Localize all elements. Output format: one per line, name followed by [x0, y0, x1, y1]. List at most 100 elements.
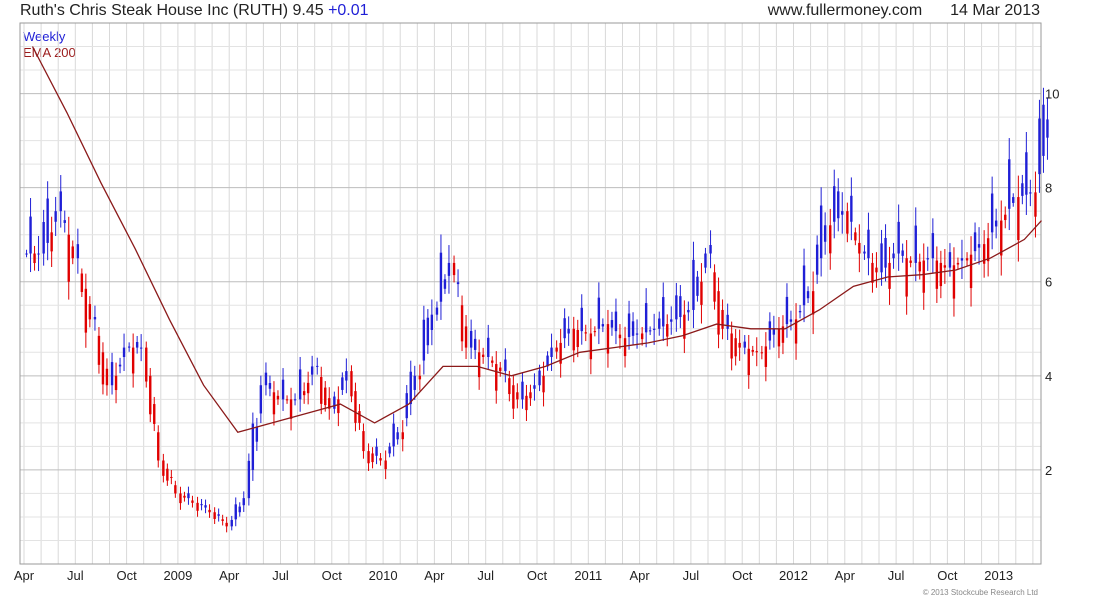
candle-body	[93, 316, 97, 320]
candle-body	[542, 375, 545, 393]
candle-body	[713, 272, 716, 302]
candle-body	[627, 313, 631, 338]
candle-body	[499, 367, 502, 372]
candle-body	[268, 383, 272, 389]
candle-body	[692, 259, 695, 310]
candle-body	[589, 333, 593, 360]
candle-body	[371, 453, 374, 463]
grid	[20, 23, 1041, 564]
candle-body	[538, 370, 541, 386]
candle-body	[443, 279, 447, 289]
candle-body	[760, 352, 764, 354]
candle-body	[384, 460, 387, 470]
candle-body	[550, 347, 553, 358]
candle-body	[687, 309, 690, 313]
candle-body	[477, 352, 481, 378]
candle-body	[892, 253, 895, 259]
candle-body	[717, 291, 720, 335]
x-tick-label: Jul	[67, 568, 84, 583]
candle-body	[512, 385, 515, 409]
candle-body	[191, 500, 194, 503]
candle-body	[755, 351, 758, 353]
candle-body	[101, 352, 105, 385]
candle-body	[413, 375, 416, 390]
candle-body	[811, 291, 815, 315]
candle-body	[798, 310, 802, 313]
candle-body	[63, 220, 66, 223]
candle-body	[943, 265, 947, 268]
candle-body	[601, 324, 605, 327]
candle-body	[221, 519, 224, 521]
candle-body	[823, 225, 827, 242]
candle-body	[388, 446, 391, 454]
candle-body	[623, 338, 627, 357]
candle-body	[563, 318, 566, 339]
candle-body	[276, 395, 280, 400]
candle-body	[46, 198, 49, 243]
candle-body	[114, 375, 118, 391]
candle-body	[704, 253, 707, 268]
candle-body	[662, 297, 665, 327]
candle-body	[858, 242, 861, 254]
candle-body	[806, 291, 810, 299]
candle-body	[939, 262, 943, 287]
candle-body	[922, 260, 925, 293]
candle-body	[302, 391, 306, 396]
candle-body	[1025, 152, 1028, 195]
x-tick-label: Oct	[732, 568, 753, 583]
candle-body	[306, 382, 310, 394]
candle-body	[293, 399, 297, 401]
candle-body	[905, 258, 908, 297]
candle-body	[183, 495, 186, 498]
candle-body	[76, 244, 80, 259]
candle-body	[118, 364, 122, 367]
candle-body	[614, 311, 618, 332]
x-tick-label: Jul	[683, 568, 700, 583]
candle-body	[631, 321, 635, 336]
candle-body	[213, 512, 216, 519]
candle-body	[255, 427, 259, 442]
candle-body	[914, 225, 917, 263]
candle-body	[897, 221, 900, 254]
candle-body	[833, 186, 836, 222]
candle-body	[242, 498, 245, 506]
candle-body	[110, 362, 114, 386]
candle-body	[884, 237, 887, 268]
candle-body	[726, 314, 729, 329]
x-tick-label: 2010	[369, 568, 398, 583]
candle-body	[529, 392, 532, 399]
candle-body	[354, 391, 357, 423]
candle-body	[71, 246, 74, 259]
candle-body	[409, 371, 412, 405]
candle-body	[170, 476, 173, 478]
candle-body	[841, 211, 844, 215]
x-tick-label: Apr	[835, 568, 856, 583]
candle-body	[88, 304, 92, 320]
candle-body	[935, 260, 939, 289]
candle-body	[350, 371, 353, 397]
candle-body	[259, 385, 263, 414]
candle-body	[157, 432, 160, 461]
x-tick-label: 2012	[779, 568, 808, 583]
x-tick-label: Apr	[629, 568, 650, 583]
candle-body	[819, 205, 823, 259]
candle-body	[392, 423, 395, 447]
candle-body	[926, 258, 929, 260]
candle-body	[316, 365, 319, 367]
candle-body	[208, 509, 211, 513]
x-tick-label: Oct	[116, 568, 137, 583]
x-tick-label: Apr	[219, 568, 240, 583]
candle-body	[880, 243, 883, 273]
candle-body	[264, 372, 268, 386]
candle-body	[59, 191, 62, 212]
x-tick-label: Oct	[937, 568, 958, 583]
y-tick-label: 2	[1045, 463, 1052, 478]
candle-body	[789, 319, 793, 322]
candle-body	[721, 309, 724, 329]
x-tick-label: 2013	[984, 568, 1013, 583]
candle-body	[67, 234, 70, 282]
candle-body	[396, 432, 399, 440]
candle-body	[464, 326, 468, 348]
candle-body	[460, 305, 464, 342]
candle-body	[473, 338, 477, 350]
